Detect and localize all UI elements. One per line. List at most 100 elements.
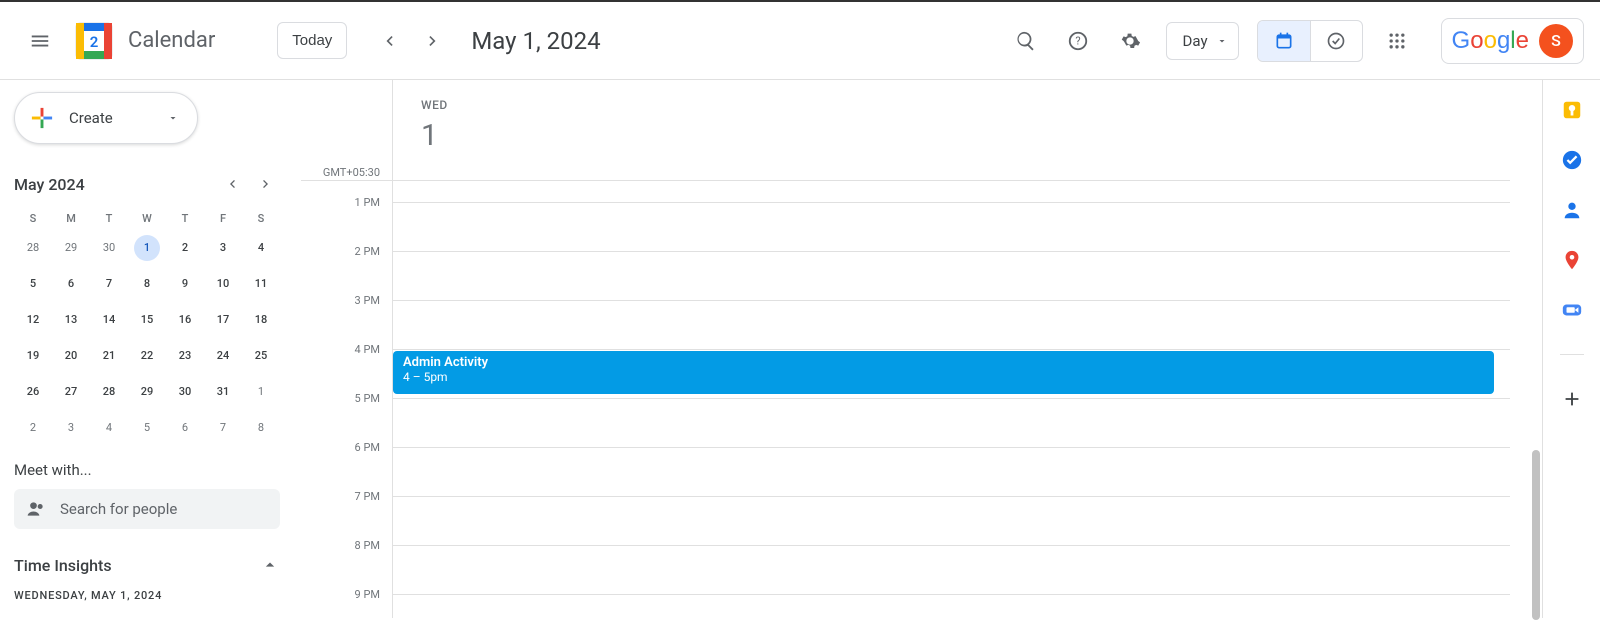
mini-prev-month-button[interactable] (218, 170, 246, 198)
next-period-button[interactable] (415, 23, 451, 59)
mini-date-cell[interactable]: 18 (242, 307, 280, 333)
chevron-right-icon (423, 31, 443, 51)
mini-date-cell[interactable]: 11 (242, 271, 280, 297)
search-people-input[interactable]: Search for people (14, 489, 280, 529)
mini-date-cell[interactable]: 6 (52, 271, 90, 297)
main-grid: GMT+05:30 1 PM2 PM3 PM4 PM5 PM6 PM7 PM8 … (300, 80, 1542, 618)
hour-label: 9 PM (355, 588, 380, 601)
mini-date-cell[interactable]: 8 (128, 271, 166, 297)
mini-date-cell[interactable]: 29 (52, 235, 90, 261)
caret-down-icon (167, 112, 179, 124)
mini-date-cell[interactable]: 1 (134, 235, 160, 261)
mini-date-cell[interactable]: 19 (14, 343, 52, 369)
scrollbar-thumb[interactable] (1532, 450, 1540, 620)
search-people-placeholder: Search for people (60, 500, 177, 518)
mini-date-cell[interactable]: 4 (90, 415, 128, 441)
mini-date-cell[interactable]: 5 (14, 271, 52, 297)
tasks-view-toggle[interactable] (1310, 21, 1362, 61)
prev-period-button[interactable] (371, 23, 407, 59)
mini-date-cell[interactable]: 28 (90, 379, 128, 405)
hamburger-icon (29, 30, 51, 52)
day-column[interactable]: WED 1 Admin Activity 4 – 5pm (392, 80, 1526, 618)
meet-app-button[interactable] (1560, 298, 1584, 322)
hour-gridline (393, 202, 1510, 203)
settings-button[interactable] (1108, 19, 1152, 63)
google-account-chip[interactable]: Google S (1441, 18, 1584, 64)
keep-app-button[interactable] (1560, 98, 1584, 122)
mini-date-cell[interactable]: 15 (128, 307, 166, 333)
video-camera-icon (1561, 299, 1583, 321)
google-apps-button[interactable] (1375, 19, 1419, 63)
mini-date-cell[interactable]: 1 (242, 379, 280, 405)
today-button[interactable]: Today (277, 22, 347, 59)
mini-week-row: 567891011 (14, 271, 280, 297)
get-addons-button[interactable] (1560, 387, 1584, 411)
calendar-view-toggle[interactable] (1258, 21, 1310, 61)
create-button-label: Create (69, 109, 113, 127)
day-number-label: 1 (421, 118, 1526, 153)
mini-date-cell[interactable]: 22 (128, 343, 166, 369)
mini-date-cell[interactable]: 13 (52, 307, 90, 333)
mini-date-cell[interactable]: 20 (52, 343, 90, 369)
search-icon (1015, 30, 1037, 52)
mini-date-cell[interactable]: 8 (242, 415, 280, 441)
current-date-title: May 1, 2024 (471, 27, 600, 55)
svg-text:?: ? (1075, 34, 1080, 47)
mini-date-cell[interactable]: 6 (166, 415, 204, 441)
mini-date-cell[interactable]: 28 (14, 235, 52, 261)
mini-date-cell[interactable]: 14 (90, 307, 128, 333)
keep-icon (1561, 99, 1583, 121)
mini-date-cell[interactable]: 30 (166, 379, 204, 405)
calendar-logo[interactable]: 2 (72, 19, 116, 63)
view-switcher-dropdown[interactable]: Day (1166, 22, 1239, 60)
mini-date-cell[interactable]: 10 (204, 271, 242, 297)
maps-app-button[interactable] (1560, 248, 1584, 272)
hour-gridline (393, 447, 1510, 448)
contacts-app-button[interactable] (1560, 198, 1584, 222)
mini-week-row: 2627282930311 (14, 379, 280, 405)
hour-gridline (393, 496, 1510, 497)
mini-date-cell[interactable]: 3 (52, 415, 90, 441)
mini-date-cell[interactable]: 5 (128, 415, 166, 441)
mini-dow-cell: T (166, 212, 204, 225)
mini-calendar-title: May 2024 (14, 175, 85, 194)
mini-date-cell[interactable]: 12 (14, 307, 52, 333)
mini-next-month-button[interactable] (252, 170, 280, 198)
create-button[interactable]: Create (14, 92, 198, 144)
tasks-app-button[interactable] (1560, 148, 1584, 172)
mini-calendar: May 2024 SMTWTFS 28293012345678910111213… (14, 170, 280, 441)
mini-date-cell[interactable]: 7 (90, 271, 128, 297)
hour-gridline (393, 251, 1510, 252)
chevron-left-icon (224, 176, 240, 192)
mini-date-cell[interactable]: 2 (14, 415, 52, 441)
mini-date-cell[interactable]: 27 (52, 379, 90, 405)
help-icon: ? (1067, 30, 1089, 52)
search-button[interactable] (1004, 19, 1048, 63)
mini-date-cell[interactable]: 21 (90, 343, 128, 369)
day-of-week-label: WED (421, 98, 1526, 112)
mini-date-cell[interactable]: 23 (166, 343, 204, 369)
mini-date-cell[interactable]: 31 (204, 379, 242, 405)
mini-date-cell[interactable]: 24 (204, 343, 242, 369)
account-avatar[interactable]: S (1539, 24, 1573, 58)
mini-date-cell[interactable]: 25 (242, 343, 280, 369)
mini-date-cell[interactable]: 16 (166, 307, 204, 333)
mini-date-cell[interactable]: 30 (90, 235, 128, 261)
mini-date-cell[interactable]: 9 (166, 271, 204, 297)
mini-dow-cell: W (128, 212, 166, 225)
mini-date-cell[interactable]: 3 (204, 235, 242, 261)
svg-text:2: 2 (90, 33, 99, 51)
mini-date-cell[interactable]: 29 (128, 379, 166, 405)
mini-date-cell[interactable]: 7 (204, 415, 242, 441)
main-menu-button[interactable] (16, 17, 64, 65)
mini-date-cell[interactable]: 2 (166, 235, 204, 261)
mini-dow-cell: T (90, 212, 128, 225)
support-button[interactable]: ? (1056, 19, 1100, 63)
mini-date-cell[interactable]: 17 (204, 307, 242, 333)
mini-date-cell[interactable]: 26 (14, 379, 52, 405)
mini-dow-cell: S (242, 212, 280, 225)
time-insights-header[interactable]: Time Insights (14, 555, 280, 575)
hour-label: 1 PM (355, 196, 380, 209)
mini-date-cell[interactable]: 4 (242, 235, 280, 261)
event-block[interactable]: Admin Activity 4 – 5pm (393, 351, 1494, 394)
